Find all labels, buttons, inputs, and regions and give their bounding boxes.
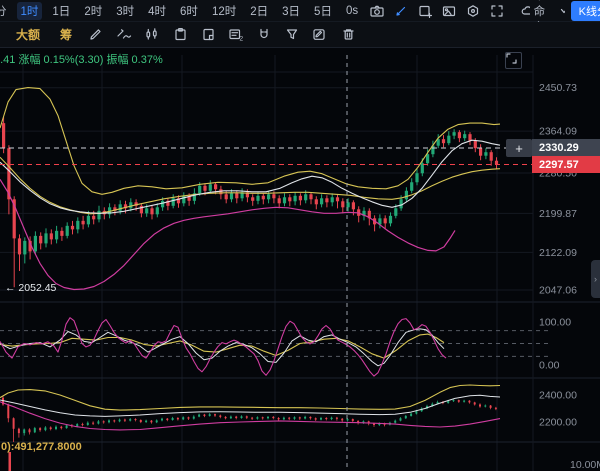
countdown-timer: 0s <box>342 4 362 18</box>
svg-text:2122.09: 2122.09 <box>539 247 577 259</box>
svg-text:2199.87: 2199.87 <box>539 208 577 220</box>
interval-2d[interactable]: 2日 <box>246 2 272 20</box>
svg-text:2364.09: 2364.09 <box>539 126 577 138</box>
interval-1h[interactable]: 1时 <box>17 2 43 20</box>
chart-area[interactable]: 2450.732364.092280.502199.872122.092047.… <box>0 48 600 471</box>
pane-expand-icon[interactable] <box>505 52 522 69</box>
oscillator-pane <box>0 318 446 376</box>
svg-text:100.00: 100.00 <box>539 317 571 329</box>
magnet-tool-icon[interactable] <box>255 26 273 44</box>
interval-minute[interactable]: 分 <box>0 2 11 20</box>
crosshair <box>0 55 533 471</box>
svg-text:2047.06: 2047.06 <box>539 284 577 296</box>
interval-1d[interactable]: 1日 <box>48 2 74 20</box>
side-panel-expander[interactable]: › <box>591 260 600 298</box>
volume-pane <box>9 452 12 471</box>
large-orders-button[interactable]: 大额 <box>16 26 40 43</box>
settings-icon[interactable] <box>466 2 480 20</box>
price-change-info: 3.41 涨幅 0.15%(3.30) 振幅 0.37% <box>0 51 163 67</box>
last-price-label: 2297.57 <box>532 156 600 173</box>
svg-text:2200.00: 2200.00 <box>539 417 577 429</box>
interval-4h[interactable]: 4时 <box>144 2 170 20</box>
interval-3d[interactable]: 3日 <box>278 2 304 20</box>
chart-canvas[interactable]: 2450.732364.092280.502199.872122.092047.… <box>0 48 600 471</box>
draw-pencil-icon[interactable] <box>394 2 408 20</box>
svg-text:0.00: 0.00 <box>539 359 560 371</box>
svg-text:10.00M: 10.00M <box>570 459 600 471</box>
interval-3h[interactable]: 3时 <box>112 2 138 20</box>
image-snapshot-icon[interactable] <box>442 2 456 20</box>
interval-6h[interactable]: 6时 <box>176 2 202 20</box>
trash-icon[interactable] <box>339 26 357 44</box>
add-chart-icon[interactable] <box>418 2 432 20</box>
chips-button[interactable]: 筹 <box>60 26 72 43</box>
main-pane <box>0 88 500 290</box>
filter-tool-icon[interactable] <box>283 26 301 44</box>
candle-pattern-tool-icon[interactable] <box>143 26 161 44</box>
svg-text:2400.00: 2400.00 <box>539 390 577 402</box>
edit-layout-icon[interactable] <box>311 26 329 44</box>
brush-wave-tool-icon[interactable] <box>115 26 133 44</box>
pencil-tool-icon[interactable] <box>87 26 105 44</box>
chevron-down-icon <box>559 6 565 16</box>
drawing-toolbar: 大额 筹 2 <box>0 22 600 48</box>
svg-text:2450.73: 2450.73 <box>539 82 577 94</box>
volume-indicator-title: 0):491,277.8000 <box>1 441 82 453</box>
left-arrow-icon: ← <box>5 282 16 294</box>
crosshair-price-label: 2330.29 <box>532 139 600 157</box>
low-price-marker: ← 2052.45 <box>5 282 56 294</box>
interval-12h[interactable]: 12时 <box>208 2 240 20</box>
kline-analyze-button[interactable]: K线分析 <box>571 1 600 21</box>
interval-2h[interactable]: 2时 <box>80 2 106 20</box>
crosshair-add-button[interactable]: + <box>506 139 532 157</box>
interval-5d[interactable]: 5日 <box>310 2 336 20</box>
bookmark-tool-icon[interactable] <box>199 26 217 44</box>
svg-text:2: 2 <box>240 36 244 43</box>
chevron-right-icon: › <box>594 274 597 284</box>
low-price-value: 2052.45 <box>18 282 56 294</box>
clipboard-tool-icon[interactable] <box>171 26 189 44</box>
trading-app-window: 分 1时 1日 2时 3时 4时 6时 12时 2日 3日 5日 0s <box>0 0 600 471</box>
grid <box>0 55 600 471</box>
camera-icon[interactable] <box>370 2 384 20</box>
band-pane <box>0 385 500 442</box>
note-edit-tool-icon[interactable]: 2 <box>227 26 245 44</box>
fullscreen-icon[interactable] <box>490 2 504 20</box>
interval-toolbar: 分 1时 1日 2时 3时 4时 6时 12时 2日 3日 5日 0s <box>0 0 600 22</box>
cloud-icon <box>521 4 530 18</box>
